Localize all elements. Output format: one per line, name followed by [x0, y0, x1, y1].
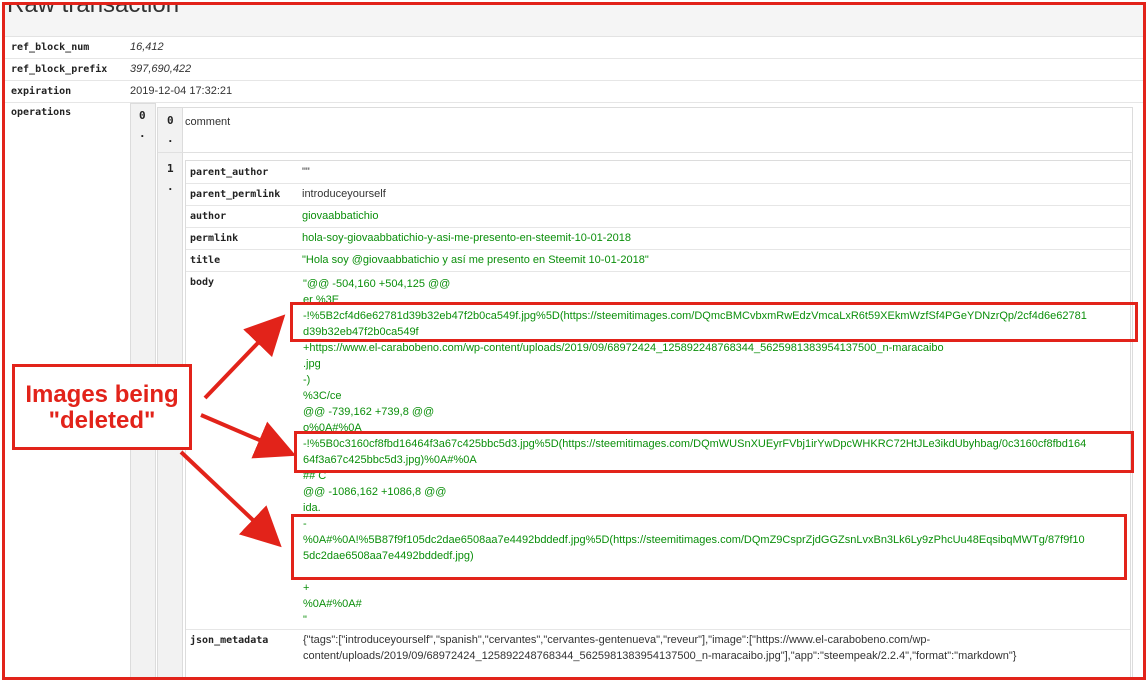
annotation-arrows: [179, 314, 297, 548]
annotation-line-2: "deleted": [48, 407, 156, 434]
arrow-to-image-2: [200, 413, 297, 459]
arrow-to-image-1: [203, 314, 286, 400]
raw-transaction-panel: Raw transaction ref_block_num 16,412 ref…: [2, 2, 1146, 680]
arrow-to-image-3: [179, 450, 282, 548]
annotation-callout: Images being "deleted": [12, 364, 192, 450]
annotation-line-1: Images being: [25, 381, 179, 408]
annotation-text: Images being "deleted": [15, 382, 189, 434]
